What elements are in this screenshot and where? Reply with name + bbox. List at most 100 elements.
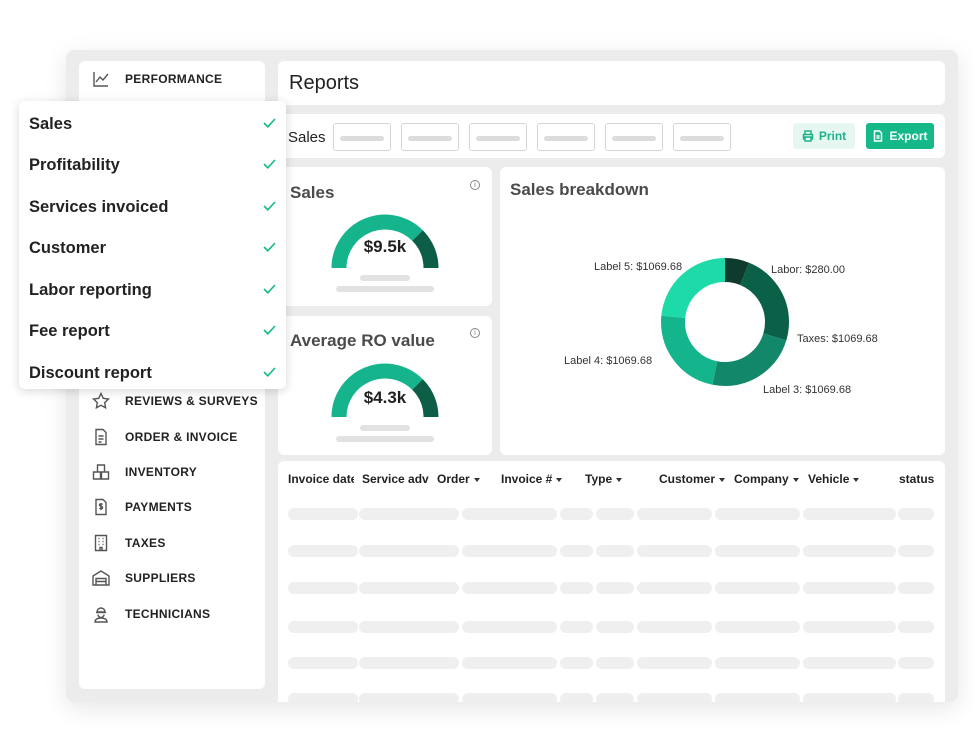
- sidebar-item-inventory[interactable]: INVENTORY: [91, 460, 197, 484]
- sidebar-item-payments[interactable]: PAYMENTS: [91, 495, 192, 519]
- skeleton-cell: [898, 582, 934, 594]
- print-button-label: Print: [818, 129, 847, 143]
- column-header-type[interactable]: Type: [585, 472, 623, 486]
- filter-field[interactable]: [401, 123, 459, 151]
- column-header-order[interactable]: Order: [437, 472, 480, 486]
- sidebar-item-label: TECHNICIANS: [125, 607, 211, 621]
- sidebar-item-taxes[interactable]: TAXES: [91, 531, 166, 555]
- checkmark-icon: [263, 156, 276, 174]
- average-ro-gauge: [331, 363, 439, 418]
- skeleton-cell: [715, 545, 800, 557]
- page-title: Reports: [289, 72, 360, 94]
- checkmark-icon: [263, 239, 276, 257]
- skeleton-cell: [560, 508, 593, 520]
- skeleton-cell: [560, 621, 593, 633]
- filter-bar: Sales Print Export: [278, 114, 945, 158]
- column-header-vehicle[interactable]: Vehicle: [808, 472, 860, 486]
- info-icon[interactable]: i: [470, 328, 480, 338]
- skeleton-cell: [715, 508, 800, 520]
- skeleton-cell: [596, 693, 634, 702]
- dropdown-item-customer[interactable]: Customer: [29, 235, 276, 261]
- skeleton-cell: [359, 545, 459, 557]
- star-icon: [91, 391, 111, 411]
- dropdown-item-label: Fee report: [29, 321, 110, 340]
- filter-field[interactable]: [673, 123, 731, 151]
- dropdown-item-services-invoiced[interactable]: Services invoiced: [29, 194, 276, 220]
- skeleton-cell: [637, 582, 712, 594]
- skeleton-cell: [462, 582, 557, 594]
- sidebar-item-label: SUPPLIERS: [125, 571, 196, 585]
- column-header-status[interactable]: status: [899, 472, 934, 486]
- sidebar-item-reviews[interactable]: REVIEWS & SURVEYS: [91, 389, 258, 413]
- skeleton-cell: [462, 693, 557, 702]
- skeleton-cell: [560, 657, 593, 669]
- boxes-icon: [91, 462, 111, 482]
- dropdown-item-label: Profitability: [29, 155, 120, 174]
- skeleton-cell: [288, 621, 358, 633]
- sidebar-item-technicians[interactable]: TECHNICIANS: [91, 602, 210, 626]
- filter-field[interactable]: [333, 123, 391, 151]
- donut-label-label-3: Label 3: $1069.68: [763, 384, 852, 396]
- column-header-customer[interactable]: Customer: [659, 472, 726, 486]
- dropdown-item-label: Discount report: [29, 363, 152, 382]
- dropdown-item-profitability[interactable]: Profitability: [29, 152, 276, 178]
- sidebar-item-suppliers[interactable]: SUPPLIERS: [91, 566, 196, 590]
- dollar-document-icon: [91, 497, 111, 517]
- skeleton-cell: [462, 508, 557, 520]
- skeleton-cell: [359, 508, 459, 520]
- skeleton-cell: [803, 693, 896, 702]
- checkmark-icon: [263, 364, 276, 382]
- skeleton-cell: [715, 657, 800, 669]
- export-button[interactable]: Export: [866, 123, 934, 149]
- export-document-icon: [874, 130, 883, 142]
- skeleton-cell: [359, 693, 459, 702]
- filter-field[interactable]: [537, 123, 595, 151]
- building-icon: [91, 533, 111, 553]
- skeleton-cell: [288, 582, 358, 594]
- sales-breakdown-card: Sales breakdown Labor: $280.00 Taxes: $1…: [500, 167, 945, 455]
- average-ro-value: $4.3k: [363, 388, 407, 407]
- column-header-invoice-date[interactable]: Invoice date: [288, 472, 354, 486]
- average-ro-card: Average RO value i $4.3k: [278, 316, 492, 455]
- donut-label-taxes: Taxes: $1069.68: [797, 333, 878, 345]
- skeleton-cell: [637, 621, 712, 633]
- skeleton-cell: [462, 621, 557, 633]
- donut-label-label-4: Label 4: $1069.68: [564, 355, 653, 367]
- skeleton-cell: [637, 693, 712, 702]
- skeleton-cell: [803, 582, 896, 594]
- skeleton-cell: [803, 508, 896, 520]
- skeleton-cell: [803, 545, 896, 557]
- invoice-table: Invoice date Service adv Order Invoice #…: [278, 461, 945, 702]
- info-icon[interactable]: i: [470, 180, 480, 190]
- print-button[interactable]: Print: [793, 123, 855, 149]
- average-ro-card-title: Average RO value: [290, 331, 435, 350]
- caret-down-icon: [792, 477, 799, 482]
- dropdown-item-labor-reporting[interactable]: Labor reporting: [29, 277, 276, 303]
- column-header-service-adv[interactable]: Service adv: [362, 472, 430, 486]
- skeleton-cell: [898, 693, 934, 702]
- dropdown-item-sales[interactable]: Sales: [29, 111, 276, 137]
- sidebar-item-label: INVENTORY: [125, 465, 198, 479]
- column-header-company[interactable]: Company: [734, 472, 799, 486]
- caret-down-icon: [556, 477, 563, 482]
- skeleton-cell: [288, 693, 358, 702]
- checkmark-icon: [263, 115, 276, 133]
- skeleton-cell: [596, 508, 634, 520]
- dropdown-item-fee-report[interactable]: Fee report: [29, 318, 276, 344]
- skeleton-cell: [560, 545, 593, 557]
- sidebar-item-order-invoice[interactable]: ORDER & INVOICE: [91, 425, 238, 449]
- skeleton-cell: [803, 621, 896, 633]
- filter-field[interactable]: [605, 123, 663, 151]
- skeleton-cell: [462, 545, 557, 557]
- sidebar-item-performance[interactable]: PERFORMANCE: [91, 67, 222, 91]
- printer-icon: [802, 130, 814, 142]
- sidebar-item-label: PERFORMANCE: [125, 72, 223, 86]
- sidebar-item-label: TAXES: [125, 536, 166, 550]
- sidebar-item-label: REVIEWS & SURVEYS: [125, 394, 258, 408]
- dropdown-item-discount-report[interactable]: Discount report: [29, 360, 276, 386]
- column-header-invoice-number[interactable]: Invoice #: [501, 472, 563, 486]
- skeleton-cell: [462, 657, 557, 669]
- dropdown-item-label: Sales: [29, 114, 73, 133]
- filter-field[interactable]: [469, 123, 527, 151]
- skeleton-cell: [596, 582, 634, 594]
